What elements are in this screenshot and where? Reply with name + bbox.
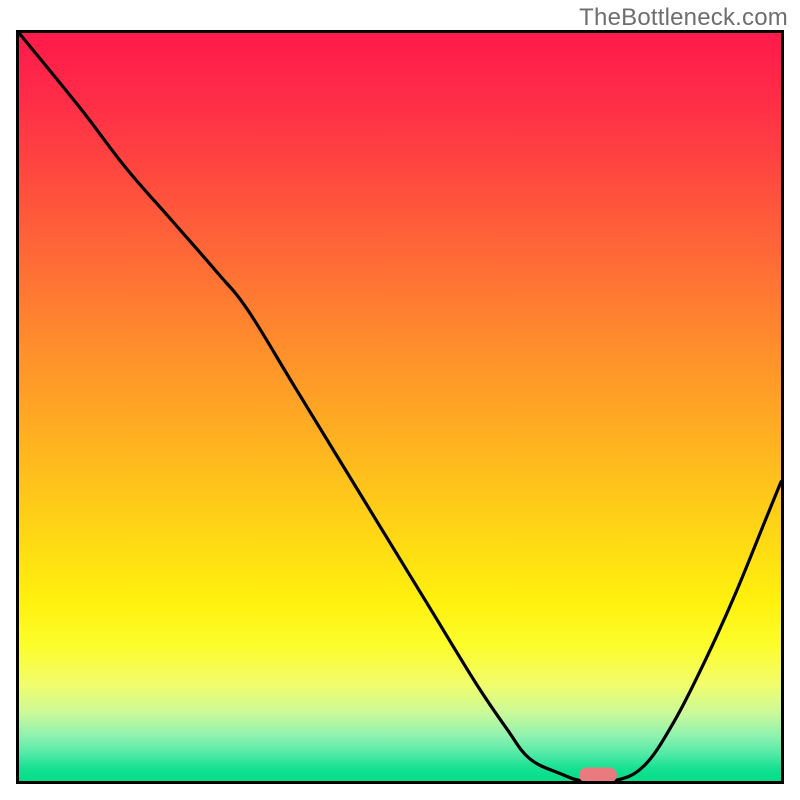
plot-frame: [16, 30, 784, 784]
optimal-marker: [579, 768, 617, 783]
chart-container: TheBottleneck.com: [0, 0, 800, 800]
watermark-text: TheBottleneck.com: [579, 4, 788, 32]
bottleneck-curve: [19, 33, 781, 781]
